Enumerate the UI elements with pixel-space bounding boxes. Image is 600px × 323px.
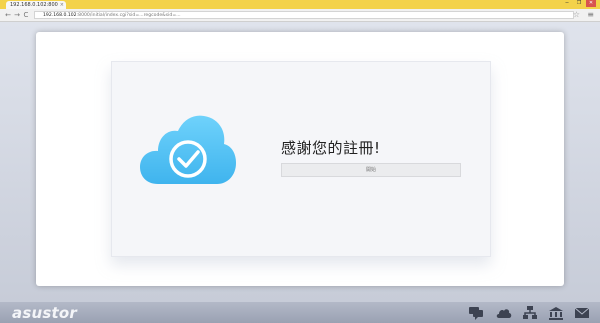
start-button[interactable]: 開始: [281, 163, 461, 177]
mail-icon[interactable]: [574, 306, 590, 320]
thank-you-heading: 感謝您的註冊!: [281, 139, 381, 157]
reload-button[interactable]: C: [22, 10, 30, 20]
network-icon[interactable]: [522, 306, 538, 320]
asustor-logo: asustor: [12, 304, 77, 322]
tab-close-icon[interactable]: ×: [60, 1, 64, 9]
bookmark-star-icon[interactable]: ☆: [573, 10, 580, 20]
forward-button[interactable]: →: [13, 10, 21, 20]
chat-icon[interactable]: [468, 306, 484, 320]
browser-titlebar: 192.168.0.102:800 × ─ ❐ ✕: [0, 0, 600, 9]
browser-menu-icon[interactable]: ≡: [587, 10, 594, 20]
tab-title: 192.168.0.102:800: [10, 2, 58, 8]
back-button[interactable]: ←: [4, 10, 12, 20]
browser-toolbar: ← → C 192.168.0.102:8000/initial/index.c…: [0, 9, 600, 22]
window-controls: ─ ❐ ✕: [562, 0, 596, 9]
browser-tab[interactable]: 192.168.0.102:800 ×: [6, 1, 66, 9]
maximize-button[interactable]: ❐: [574, 0, 584, 7]
minimize-button[interactable]: ─: [562, 0, 572, 7]
bank-icon[interactable]: [548, 306, 564, 320]
address-bar[interactable]: 192.168.0.102:8000/initial/index.cgi?sid…: [34, 11, 574, 19]
url-path: :8000/initial/index.cgi?sid=...regcode&s…: [76, 13, 181, 18]
cloud-icon[interactable]: [496, 306, 512, 320]
close-button[interactable]: ✕: [586, 0, 596, 7]
url-host: 192.168.0.102: [43, 13, 77, 18]
bottom-bar: asustor: [0, 302, 600, 323]
cloud-check-icon: [140, 115, 236, 184]
